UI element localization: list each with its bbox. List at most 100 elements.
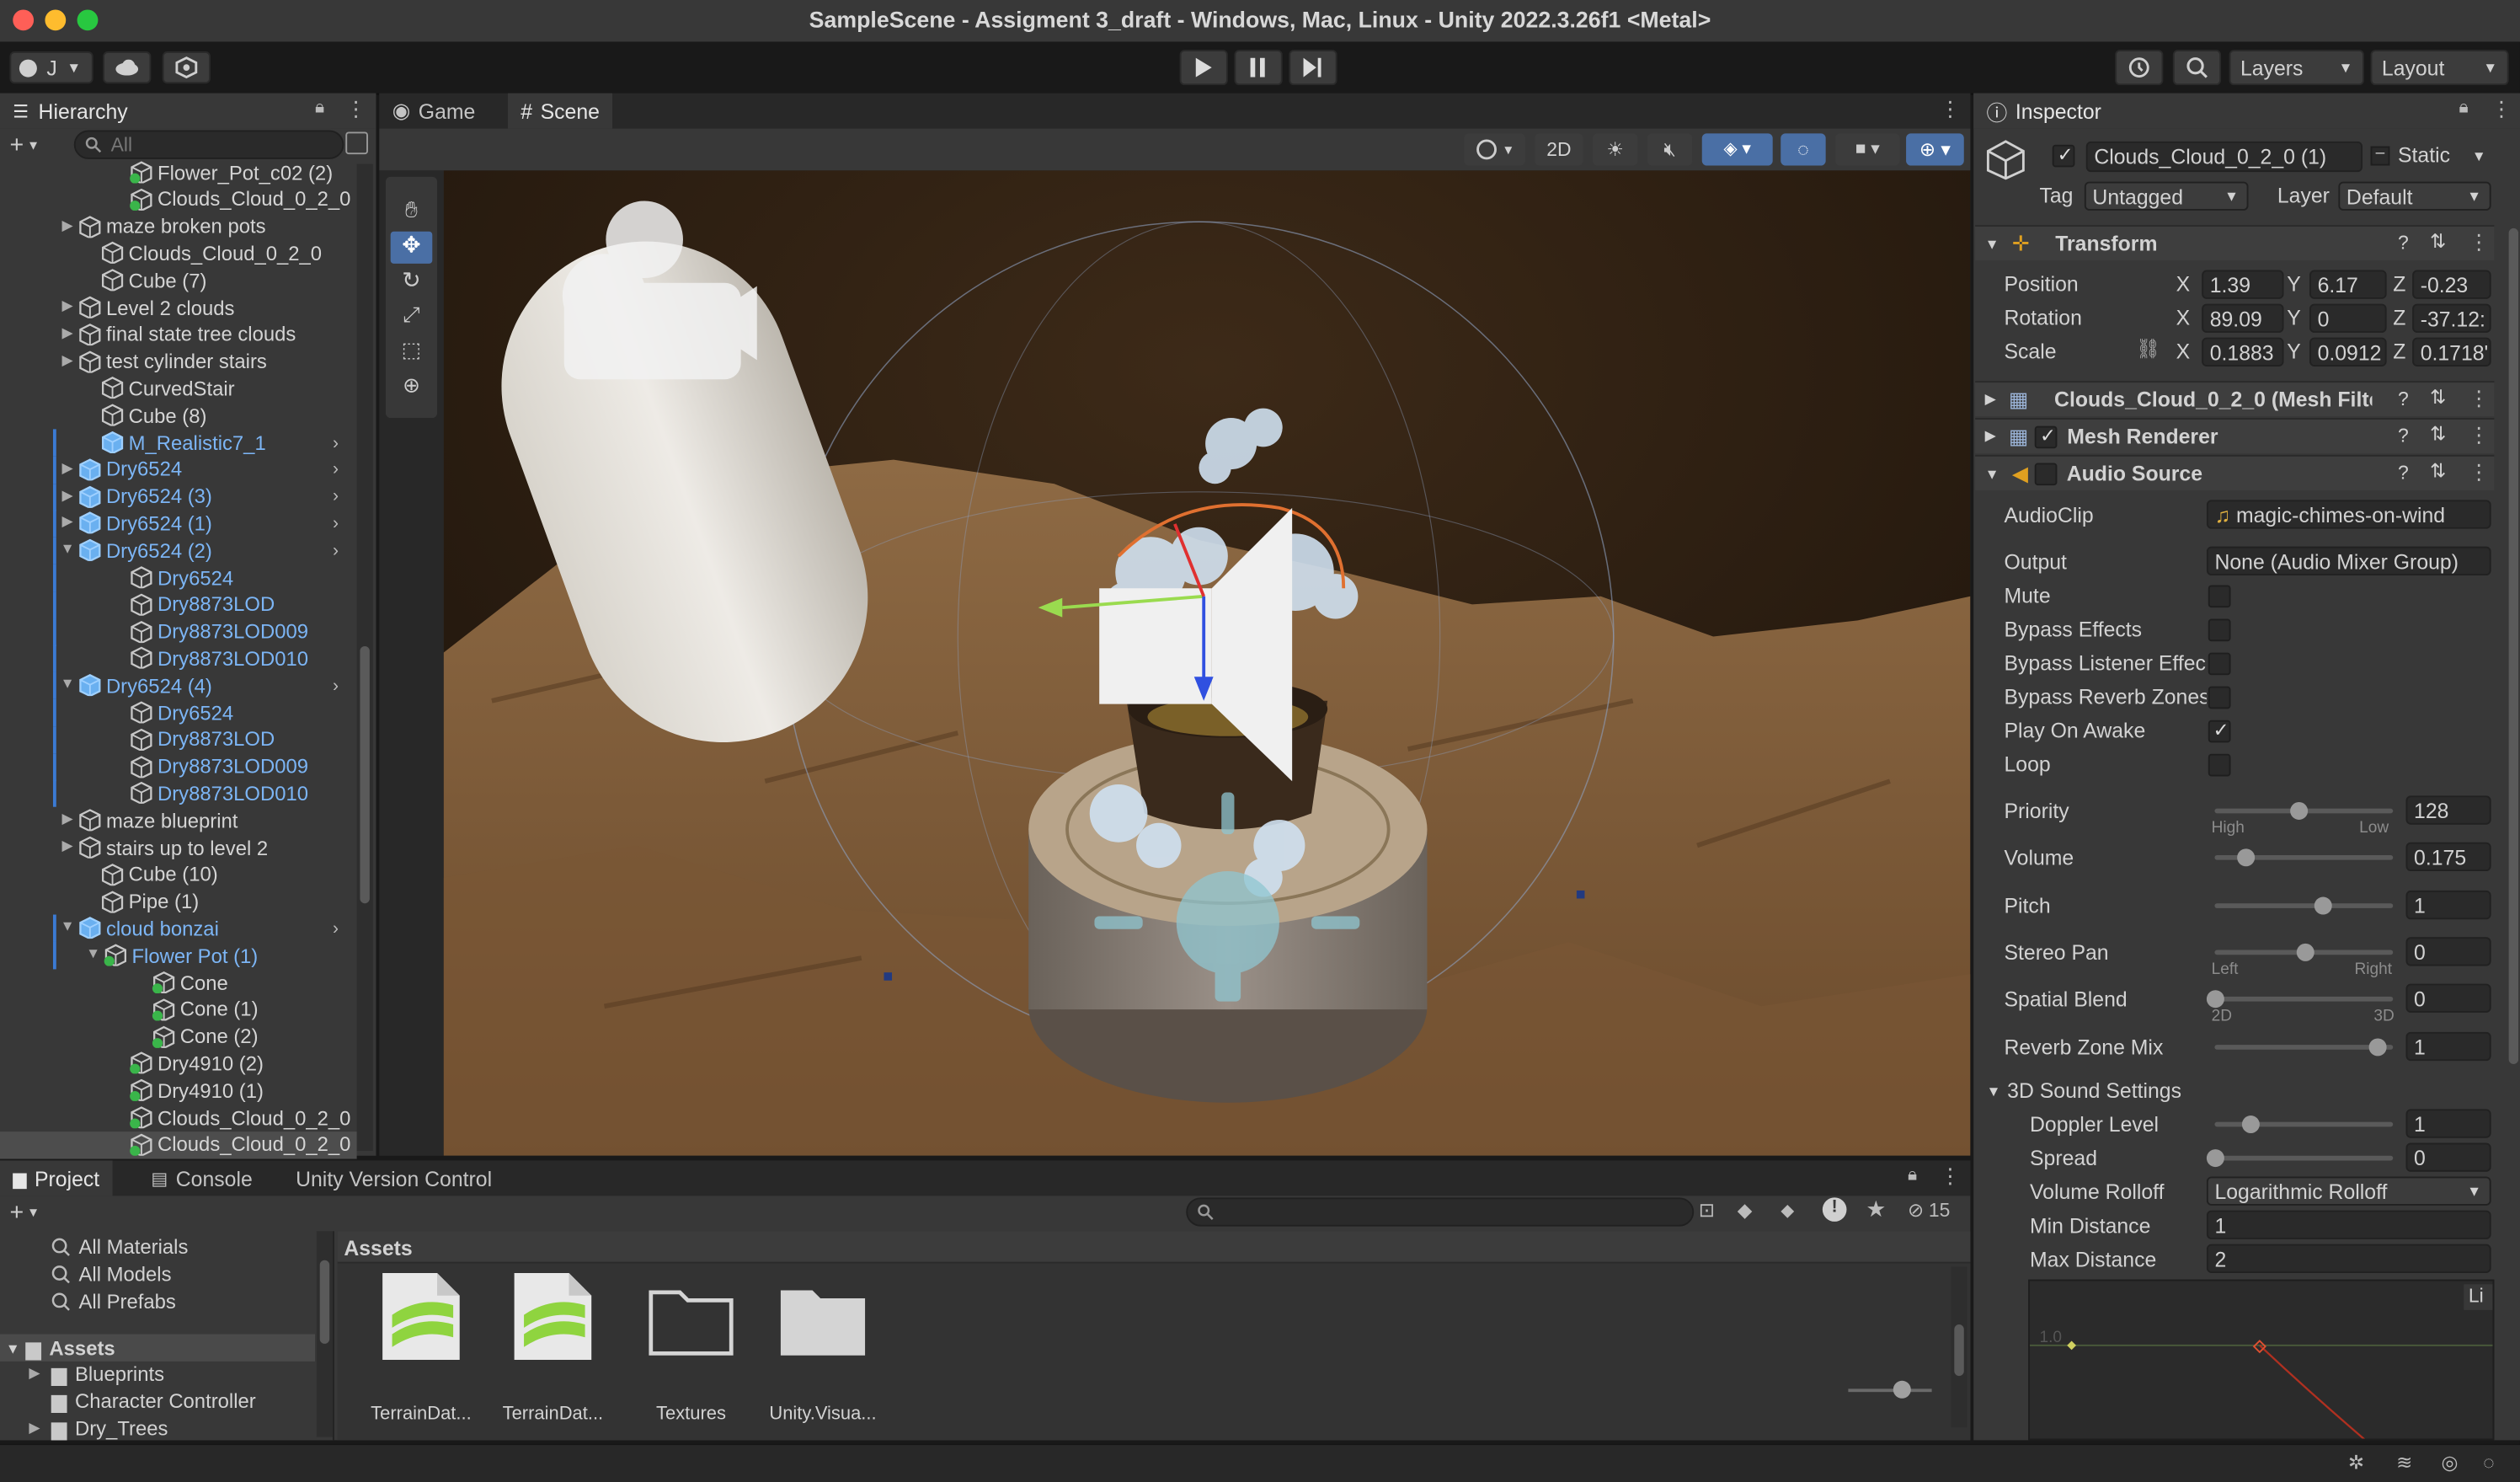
rotation-z-axis-label[interactable]: Z (2393, 305, 2405, 329)
doppler-level-slider-track[interactable] (2214, 1121, 2394, 1127)
search-by-label-icon[interactable]: ◆ (1738, 1199, 1753, 1222)
favorite-item[interactable]: All Models (51, 1264, 172, 1286)
hand-tool-button[interactable]: ✋︎ (391, 196, 433, 228)
panel-menu-icon[interactable]: ⋮ (1940, 96, 1961, 122)
warning-icon[interactable]: ! (1822, 1197, 1847, 1222)
hierarchy-item[interactable]: Pipe (1) (0, 888, 357, 915)
foldout-icon[interactable]: ▼ (58, 676, 77, 692)
scale-y-field[interactable]: 0.0912 (2309, 337, 2387, 366)
camera-dropdown[interactable]: ■ ▾ (1835, 133, 1900, 166)
help-icon[interactable]: ? (2398, 425, 2409, 447)
position-x-field[interactable]: 1.39 (2202, 270, 2284, 299)
component-menu-icon[interactable]: ⋮ (2469, 460, 2490, 486)
hierarchy-item[interactable]: Dry8873LOD (0, 725, 357, 754)
asset-item[interactable] (768, 1282, 878, 1356)
scrollbar-thumb[interactable] (1954, 1324, 1964, 1377)
hierarchy-item[interactable]: Dry8873LOD010 (0, 780, 357, 808)
rotation-y-axis-label[interactable]: Y (2287, 305, 2301, 329)
foldout-icon[interactable]: ▼ (58, 918, 77, 934)
scale-x-field[interactable]: 0.1883 (2202, 337, 2284, 366)
spatial-blend-slider-knob[interactable] (2206, 990, 2224, 1009)
stereo-pan-field[interactable]: 0 (2405, 937, 2491, 966)
layout-dropdown[interactable]: Layout ▼ (2370, 50, 2509, 86)
hierarchy-item[interactable]: ▶ Dry6524 › (0, 456, 357, 484)
priority-field[interactable]: 128 (2405, 795, 2491, 825)
tag-icon[interactable]: ⬥ (1781, 1199, 1794, 1223)
hierarchy-item[interactable]: Clouds_Cloud_0_2_0 (0, 1131, 357, 1159)
bypass-effects-checkbox[interactable] (2208, 618, 2231, 642)
step-button[interactable] (1289, 50, 1337, 86)
project-tree-scrollbar[interactable] (316, 1231, 333, 1437)
project-search-input[interactable] (1186, 1197, 1695, 1227)
mute-checkbox[interactable] (2208, 585, 2231, 608)
spatial-blend-slider-track[interactable] (2214, 996, 2394, 1002)
tab-project[interactable]: ▆ Project (0, 1160, 113, 1196)
hierarchy-scrollbar[interactable] (356, 163, 373, 1151)
chevron-right-icon[interactable]: › (333, 541, 339, 560)
asset-item[interactable] (637, 1282, 746, 1356)
hierarchy-item[interactable]: Dry8873LOD (0, 591, 357, 619)
progress-icon[interactable]: ◌ (2483, 1452, 2495, 1474)
foldout-icon[interactable]: ▶ (58, 459, 77, 477)
position-y-field[interactable]: 6.17 (2309, 270, 2387, 299)
hierarchy-item[interactable]: ▶ Dry6524 (1) › (0, 510, 357, 538)
pitch-slider-track[interactable] (2214, 903, 2394, 908)
foldout-icon[interactable]: ▶ (58, 837, 77, 855)
doppler-level-field[interactable]: 1 (2405, 1109, 2491, 1138)
history-button[interactable] (2115, 50, 2164, 86)
chevron-right-icon[interactable]: › (333, 919, 339, 939)
foldout-icon[interactable]: ▼ (83, 945, 103, 961)
link-icon[interactable]: ⛓ (2136, 338, 2160, 361)
hierarchy-item[interactable]: ▶ final state tree clouds (0, 321, 357, 348)
bug-icon[interactable]: ✲ (2348, 1452, 2364, 1474)
scale-z-field[interactable]: 0.1718' (2412, 337, 2491, 366)
scene-render[interactable] (443, 170, 1971, 1156)
hierarchy-item[interactable]: Cone (0, 969, 357, 996)
hierarchy-item[interactable]: Dry6524 (0, 564, 357, 592)
hierarchy-item[interactable]: Dry4910 (1) (0, 1078, 357, 1105)
asset-item[interactable] (366, 1270, 476, 1363)
hidden-packages-toggle[interactable]: ⊘ 15 (1908, 1199, 1950, 1222)
chevron-right-icon[interactable]: › (333, 460, 339, 479)
panel-menu-icon[interactable]: ⋮ (1940, 1164, 1961, 1190)
scale-x-axis-label[interactable]: X (2176, 340, 2191, 364)
star-icon[interactable]: ★ (1866, 1196, 1886, 1223)
spread-slider-track[interactable] (2214, 1155, 2394, 1161)
icon-size-slider-knob[interactable] (1893, 1380, 1911, 1399)
draw-mode-dropdown[interactable]: ▼ (1464, 133, 1525, 166)
hierarchy-item[interactable]: Dry8873LOD009 (0, 752, 357, 781)
hierarchy-item[interactable]: ▶ maze broken pots (0, 213, 357, 240)
tab-version-control[interactable]: Unity Version Control (283, 1160, 505, 1196)
hierarchy-item[interactable]: Cube (8) (0, 402, 357, 429)
scale-y-axis-label[interactable]: Y (2287, 340, 2301, 364)
tab-scene[interactable]: # Scene (507, 93, 613, 129)
audio-source-header[interactable]: ▼ ◀ Audio Source (1975, 454, 2495, 490)
lock-icon[interactable]: 🔒︎ (1908, 1165, 1917, 1186)
chevron-right-icon[interactable]: › (333, 677, 339, 696)
search-button[interactable] (2172, 50, 2222, 86)
layer-dropdown[interactable]: Default ▼ (2338, 181, 2491, 211)
scene-visibility-toggle[interactable]: ◌ (1781, 133, 1826, 166)
position-z-field[interactable]: -0.23 (2412, 270, 2491, 299)
static-checkbox[interactable]: – (2370, 146, 2390, 166)
hierarchy-item[interactable]: ▼ Dry6524 (2) › (0, 537, 357, 564)
reverb-zone-mix-slider-track[interactable] (2214, 1045, 2394, 1050)
graph-tab-listener[interactable]: Li (2464, 1284, 2493, 1310)
hierarchy-item[interactable]: Cone (2) (0, 1023, 357, 1050)
component-menu-icon[interactable]: ⋮ (2469, 423, 2490, 449)
position-y-axis-label[interactable]: Y (2287, 271, 2301, 296)
max-distance-field[interactable]: 2 (2206, 1244, 2491, 1273)
play-on-awake-checkbox[interactable]: ✓ (2208, 719, 2231, 743)
lock-icon[interactable]: 🔒︎ (315, 98, 324, 119)
loop-checkbox[interactable] (2208, 753, 2231, 777)
2d-toggle-button[interactable]: 2D (1535, 133, 1583, 166)
spatial-blend-field[interactable]: 0 (2405, 983, 2491, 1013)
rolloff-graph[interactable]: 1.0 Li (2028, 1279, 2495, 1441)
audio-source-enabled-checkbox[interactable] (2034, 462, 2058, 485)
scene-visibility-icon[interactable] (345, 131, 368, 155)
hierarchy-item[interactable]: ▶ Dry6524 (3) › (0, 483, 357, 511)
rect-tool-button[interactable]: ⬚ (391, 338, 433, 370)
hierarchy-item[interactable]: Dry8873LOD010 (0, 645, 357, 673)
scrollbar-thumb[interactable] (360, 645, 370, 904)
transform-tool-button[interactable]: ⊕ (391, 373, 433, 405)
